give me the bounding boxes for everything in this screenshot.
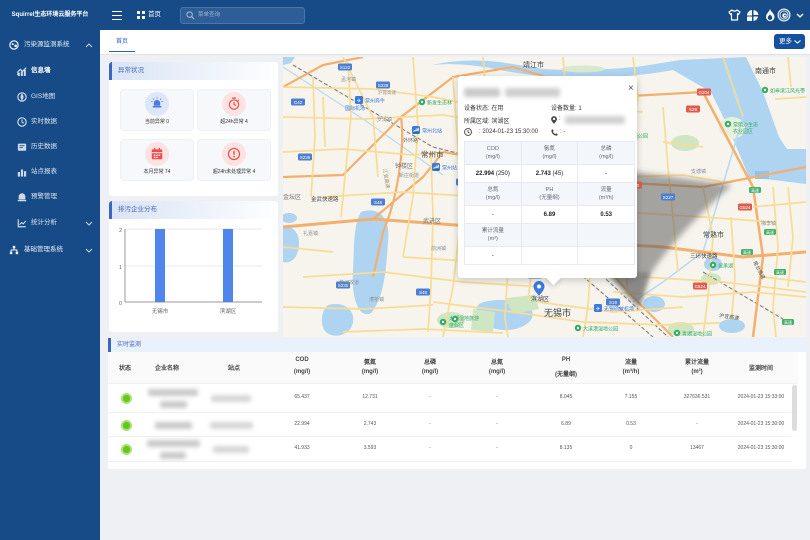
svg-text:S29: S29 bbox=[689, 107, 698, 112]
svg-text:孟河镇: 孟河镇 bbox=[341, 76, 356, 83]
svg-text:农业园区: 农业园区 bbox=[733, 128, 753, 135]
svg-text:✈: ✈ bbox=[596, 306, 601, 313]
svg-text:G204: G204 bbox=[698, 90, 710, 95]
svg-text:🚄: 🚄 bbox=[413, 128, 420, 135]
svg-text:高速: 高速 bbox=[751, 187, 759, 193]
svg-text:高速: 高速 bbox=[766, 229, 774, 235]
svg-text:G42: G42 bbox=[294, 100, 303, 105]
svg-text:南通市: 南通市 bbox=[755, 66, 776, 75]
svg-text:黄河故道: 黄河故道 bbox=[339, 279, 359, 286]
svg-text:常阴沙生态: 常阴沙生态 bbox=[733, 122, 758, 129]
svg-text:度假区: 度假区 bbox=[449, 322, 464, 329]
svg-text:G524: G524 bbox=[739, 205, 751, 210]
svg-text:滨湖区: 滨湖区 bbox=[220, 307, 237, 315]
svg-text:常州北站: 常州北站 bbox=[422, 128, 442, 135]
svg-text:国际机场: 国际机场 bbox=[345, 105, 365, 112]
svg-text:2: 2 bbox=[119, 228, 122, 234]
svg-text:支塘镇: 支塘镇 bbox=[691, 168, 706, 175]
svg-text:滨湖区: 滨湖区 bbox=[531, 295, 549, 303]
svg-text:昆承湖: 昆承湖 bbox=[718, 263, 733, 270]
svg-text:高速: 高速 bbox=[776, 269, 784, 275]
svg-text:漕桥镇: 漕桥镇 bbox=[369, 296, 384, 303]
svg-text:常州奔牛: 常州奔牛 bbox=[365, 98, 385, 105]
svg-text:S122: S122 bbox=[340, 65, 351, 70]
svg-text:前洲镇: 前洲镇 bbox=[431, 245, 446, 252]
svg-text:高速: 高速 bbox=[743, 249, 751, 255]
svg-text:罗溪镇: 罗溪镇 bbox=[377, 116, 392, 123]
svg-text:新发生态林: 新发生态林 bbox=[427, 100, 452, 107]
svg-text:大溪港湿地公园: 大溪港湿地公园 bbox=[583, 326, 618, 333]
svg-text:高速: 高速 bbox=[784, 319, 792, 325]
svg-text:钟楼区: 钟楼区 bbox=[395, 162, 413, 170]
svg-text:外环路: 外环路 bbox=[403, 137, 418, 144]
svg-text:1: 1 bbox=[119, 265, 122, 271]
svg-text:G524: G524 bbox=[694, 284, 706, 289]
svg-text:S19: S19 bbox=[609, 300, 618, 305]
svg-text:金武快速路: 金武快速路 bbox=[311, 195, 339, 203]
svg-text:梅李镇: 梅李镇 bbox=[761, 220, 776, 227]
svg-text:🚄: 🚄 bbox=[433, 165, 440, 172]
svg-text:S48: S48 bbox=[419, 290, 428, 295]
svg-text:0: 0 bbox=[119, 301, 122, 307]
svg-text:如皋滨江风光带: 如皋滨江风光带 bbox=[770, 88, 805, 95]
svg-text:青湖湿地公园: 青湖湿地公园 bbox=[682, 331, 712, 338]
svg-text:常熟市: 常熟市 bbox=[703, 230, 724, 239]
svg-text:✈: ✈ bbox=[357, 98, 362, 105]
svg-text:礼嘉镇: 礼嘉镇 bbox=[303, 230, 318, 237]
svg-text:无锡市: 无锡市 bbox=[544, 307, 571, 318]
svg-text:武进区: 武进区 bbox=[423, 217, 441, 225]
svg-text:金坛区: 金坛区 bbox=[283, 193, 301, 201]
svg-text:S239: S239 bbox=[300, 155, 311, 160]
svg-text:S227: S227 bbox=[663, 195, 674, 200]
svg-text:S48: S48 bbox=[374, 200, 383, 205]
svg-text:无锡硕放机场: 无锡硕放机场 bbox=[604, 306, 634, 313]
svg-text:常州市: 常州市 bbox=[421, 149, 444, 159]
svg-text:沪蓉高速: 沪蓉高速 bbox=[378, 89, 396, 96]
svg-text:三环快速路: 三环快速路 bbox=[690, 252, 718, 260]
svg-text:S338: S338 bbox=[378, 83, 389, 88]
svg-text:常州站: 常州站 bbox=[442, 165, 457, 172]
svg-text:无锡市: 无锡市 bbox=[152, 307, 169, 315]
svg-text:靖江市: 靖江市 bbox=[523, 60, 544, 69]
svg-text:新庄街道: 新庄街道 bbox=[399, 172, 419, 179]
